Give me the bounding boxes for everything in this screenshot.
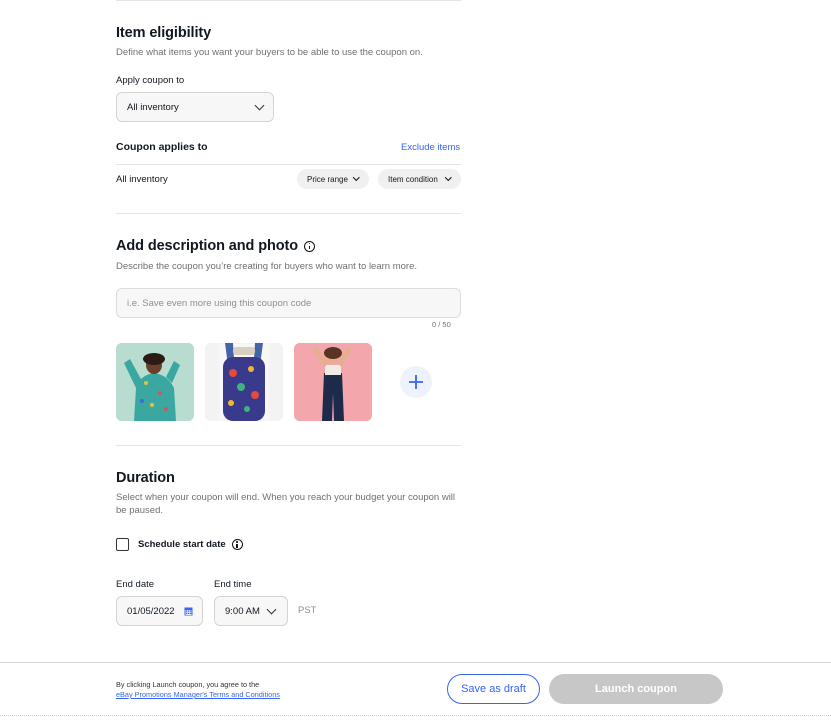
- price-range-filter[interactable]: Price range: [297, 169, 369, 189]
- save-draft-button[interactable]: Save as draft: [447, 674, 540, 704]
- coupon-photo-2[interactable]: [205, 343, 283, 421]
- footer-terms: By clicking Launch coupon, you agree to …: [116, 680, 280, 700]
- duration-subtitle: Select when your coupon will end. When y…: [116, 492, 456, 516]
- apply-coupon-value: All inventory: [127, 101, 179, 113]
- coupon-applies-label: Coupon applies to: [116, 141, 208, 153]
- item-condition-filter[interactable]: Item condition: [378, 169, 461, 189]
- end-time-value: 9:00 AM: [225, 605, 260, 617]
- eligibility-description: Define what items you want your buyers t…: [116, 47, 423, 58]
- schedule-start-row: Schedule start date: [138, 539, 243, 550]
- item-condition-label: Item condition: [388, 174, 438, 184]
- add-photo-button[interactable]: [400, 366, 432, 398]
- calendar-icon[interactable]: [184, 607, 193, 616]
- chevron-down-icon: [352, 174, 359, 181]
- eligibility-title: Item eligibility: [116, 25, 212, 41]
- description-placeholder: i.e. Save even more using this coupon co…: [127, 297, 312, 309]
- chevron-down-icon: [444, 174, 451, 181]
- person-image: [116, 343, 194, 421]
- launch-coupon-button[interactable]: Launch coupon: [549, 674, 723, 704]
- coupon-photo-1[interactable]: [116, 343, 194, 421]
- schedule-start-checkbox[interactable]: [116, 538, 129, 551]
- end-date-label: End date: [116, 579, 155, 590]
- exclude-items-link[interactable]: Exclude items: [401, 142, 460, 153]
- end-date-field[interactable]: 01/05/2022: [116, 596, 203, 626]
- apply-coupon-label: Apply coupon to: [116, 75, 185, 86]
- terms-text: By clicking Launch coupon, you agree to …: [116, 680, 260, 689]
- applies-divider: [116, 164, 461, 165]
- price-range-label: Price range: [307, 174, 348, 184]
- footer-divider: [0, 662, 831, 663]
- end-date-value: 01/05/2022: [127, 605, 175, 617]
- bottom-edge: [0, 715, 831, 716]
- plus-icon: [409, 375, 423, 389]
- description-title: Add description and photo: [116, 238, 298, 254]
- person-image: [294, 343, 372, 421]
- duration-title: Duration: [116, 470, 175, 486]
- info-icon[interactable]: [231, 539, 243, 550]
- top-divider: [116, 0, 461, 1]
- schedule-start-label: Schedule start date: [138, 539, 226, 550]
- section-divider: [116, 213, 461, 214]
- terms-link[interactable]: eBay Promotions Manager's Terms and Cond…: [116, 690, 280, 700]
- chevron-down-icon: [266, 604, 277, 615]
- applies-value: All inventory: [116, 174, 168, 185]
- apply-coupon-select[interactable]: All inventory: [116, 92, 274, 122]
- description-title-row: Add description and photo: [116, 238, 315, 254]
- coupon-photo-3[interactable]: [294, 343, 372, 421]
- end-time-label: End time: [214, 579, 252, 590]
- description-subtitle: Describe the coupon you’re creating for …: [116, 261, 417, 272]
- description-input[interactable]: i.e. Save even more using this coupon co…: [116, 288, 461, 318]
- char-counter: 0 / 50: [432, 320, 451, 329]
- end-time-select[interactable]: 9:00 AM: [214, 596, 288, 626]
- info-icon[interactable]: [303, 240, 315, 252]
- section-divider: [116, 445, 461, 446]
- backpack-image: [205, 343, 283, 421]
- timezone-label: PST: [298, 605, 317, 616]
- chevron-down-icon: [254, 100, 265, 111]
